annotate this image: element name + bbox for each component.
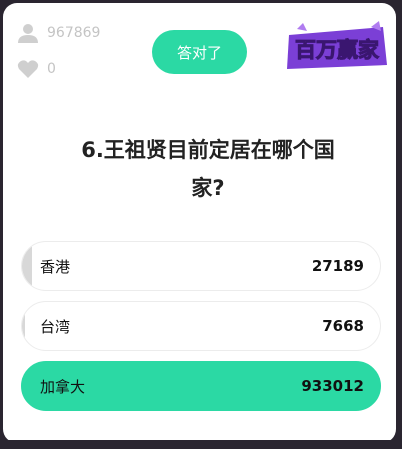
answer-options: 香港 27189 台湾 7668 加拿大 933012 <box>21 241 381 421</box>
viewer-count: 967869 <box>17 23 100 43</box>
bottom-edge <box>0 440 402 449</box>
like-count-text: 0 <box>47 61 56 77</box>
answer-option-1-count: 27189 <box>311 257 364 275</box>
answer-option-3[interactable]: 加拿大 933012 <box>21 361 381 411</box>
quiz-card: 967869 0 答对了 百万赢家 6.王祖贤目前定居在哪个国 家? 香港 27… <box>3 3 396 443</box>
like-count: 0 <box>17 59 56 79</box>
answer-option-2[interactable]: 台湾 7668 <box>21 301 381 351</box>
answer-option-3-count: 933012 <box>301 377 364 395</box>
viewer-count-text: 967869 <box>47 25 101 41</box>
question-line-1: 6.王祖贤目前定居在哪个国 <box>81 138 335 162</box>
user-icon <box>18 24 38 43</box>
app-logo: 百万赢家 <box>287 21 387 69</box>
answer-option-1-bar <box>22 242 33 290</box>
answer-option-2-bar <box>22 302 25 350</box>
question-line-2: 家? <box>191 176 225 200</box>
answer-option-1-label: 香港 <box>40 257 71 276</box>
heart-icon <box>17 60 39 78</box>
answer-option-1[interactable]: 香港 27189 <box>21 241 381 291</box>
question-text: 6.王祖贤目前定居在哪个国 家? <box>53 131 363 207</box>
logo-text: 百万赢家 <box>295 38 380 62</box>
answer-result-badge: 答对了 <box>152 30 247 74</box>
answer-option-3-label: 加拿大 <box>40 377 86 396</box>
answer-option-2-label: 台湾 <box>40 317 71 336</box>
answer-option-2-count: 7668 <box>322 317 364 335</box>
